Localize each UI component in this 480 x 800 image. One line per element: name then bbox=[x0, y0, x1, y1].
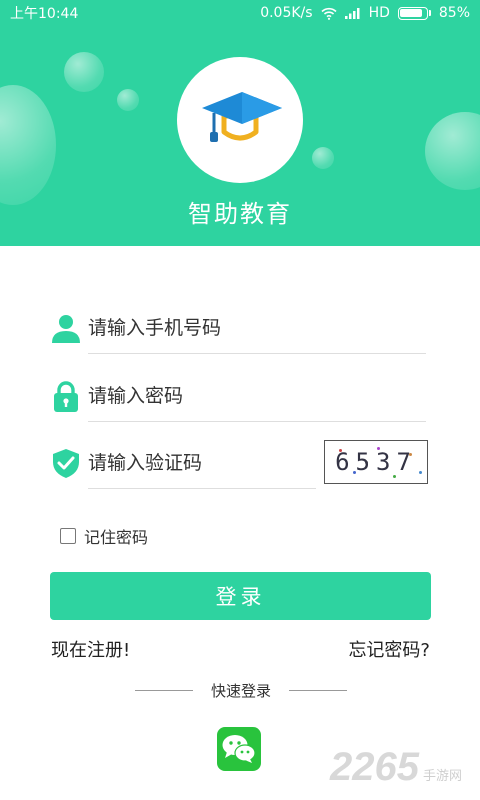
forgot-password-link[interactable]: 忘记密码? bbox=[348, 636, 430, 662]
phone-field bbox=[50, 308, 430, 354]
captcha-image[interactable]: 6537 bbox=[324, 440, 428, 484]
signal-icon bbox=[344, 8, 360, 19]
remember-password[interactable]: 记住密码 bbox=[60, 524, 148, 548]
wechat-icon bbox=[222, 735, 256, 763]
remember-label: 记住密码 bbox=[84, 528, 149, 547]
status-time: 上午10:44 bbox=[10, 6, 79, 22]
watermark-text: 手游网 bbox=[422, 769, 462, 784]
password-input[interactable] bbox=[88, 378, 428, 414]
password-field bbox=[50, 376, 430, 422]
wechat-login-button[interactable] bbox=[217, 727, 261, 771]
watermark: 2265 手游网 bbox=[330, 745, 462, 790]
login-button[interactable]: 登录 bbox=[50, 572, 431, 620]
user-icon bbox=[52, 315, 80, 343]
register-link[interactable]: 现在注册! bbox=[51, 636, 130, 662]
header-banner: 上午10:44 0.05K/s HD 85% 智助教育 bbox=[0, 0, 480, 246]
graduation-cap-icon bbox=[202, 92, 282, 142]
password-underline bbox=[88, 421, 426, 422]
battery-percent: 85% bbox=[438, 5, 470, 21]
captcha-field bbox=[50, 443, 320, 489]
decor-bubble bbox=[117, 89, 139, 111]
divider-line-left bbox=[135, 690, 193, 691]
captcha-underline bbox=[88, 488, 316, 489]
battery-icon bbox=[397, 6, 431, 20]
captcha-input[interactable] bbox=[88, 445, 318, 481]
app-logo bbox=[177, 57, 303, 183]
phone-input[interactable] bbox=[88, 310, 428, 346]
phone-underline bbox=[88, 353, 426, 354]
decor-bubble bbox=[312, 147, 334, 169]
wifi-icon bbox=[321, 7, 337, 20]
quick-login-divider: 快速登录 bbox=[135, 680, 347, 701]
divider-line-right bbox=[288, 690, 347, 691]
login-screen: 上午10:44 0.05K/s HD 85% 智助教育 请输入手机号码 请输入验… bbox=[0, 0, 480, 800]
remember-checkbox[interactable] bbox=[60, 528, 76, 544]
status-bar: 上午10:44 0.05K/s HD 85% bbox=[0, 0, 480, 26]
shield-check-icon bbox=[53, 449, 79, 478]
decor-bubble bbox=[64, 52, 104, 92]
lock-icon bbox=[54, 381, 78, 412]
quick-login-label: 快速登录 bbox=[210, 682, 271, 700]
network-type: HD bbox=[368, 5, 390, 21]
decor-bubble bbox=[425, 112, 480, 190]
app-title: 智助教育 bbox=[188, 200, 292, 228]
captcha-text: 6537 bbox=[335, 448, 417, 476]
decor-bubble bbox=[0, 85, 56, 205]
status-right: 0.05K/s HD 85% bbox=[260, 5, 470, 21]
watermark-number: 2265 bbox=[330, 745, 419, 789]
network-speed: 0.05K/s bbox=[260, 5, 313, 21]
